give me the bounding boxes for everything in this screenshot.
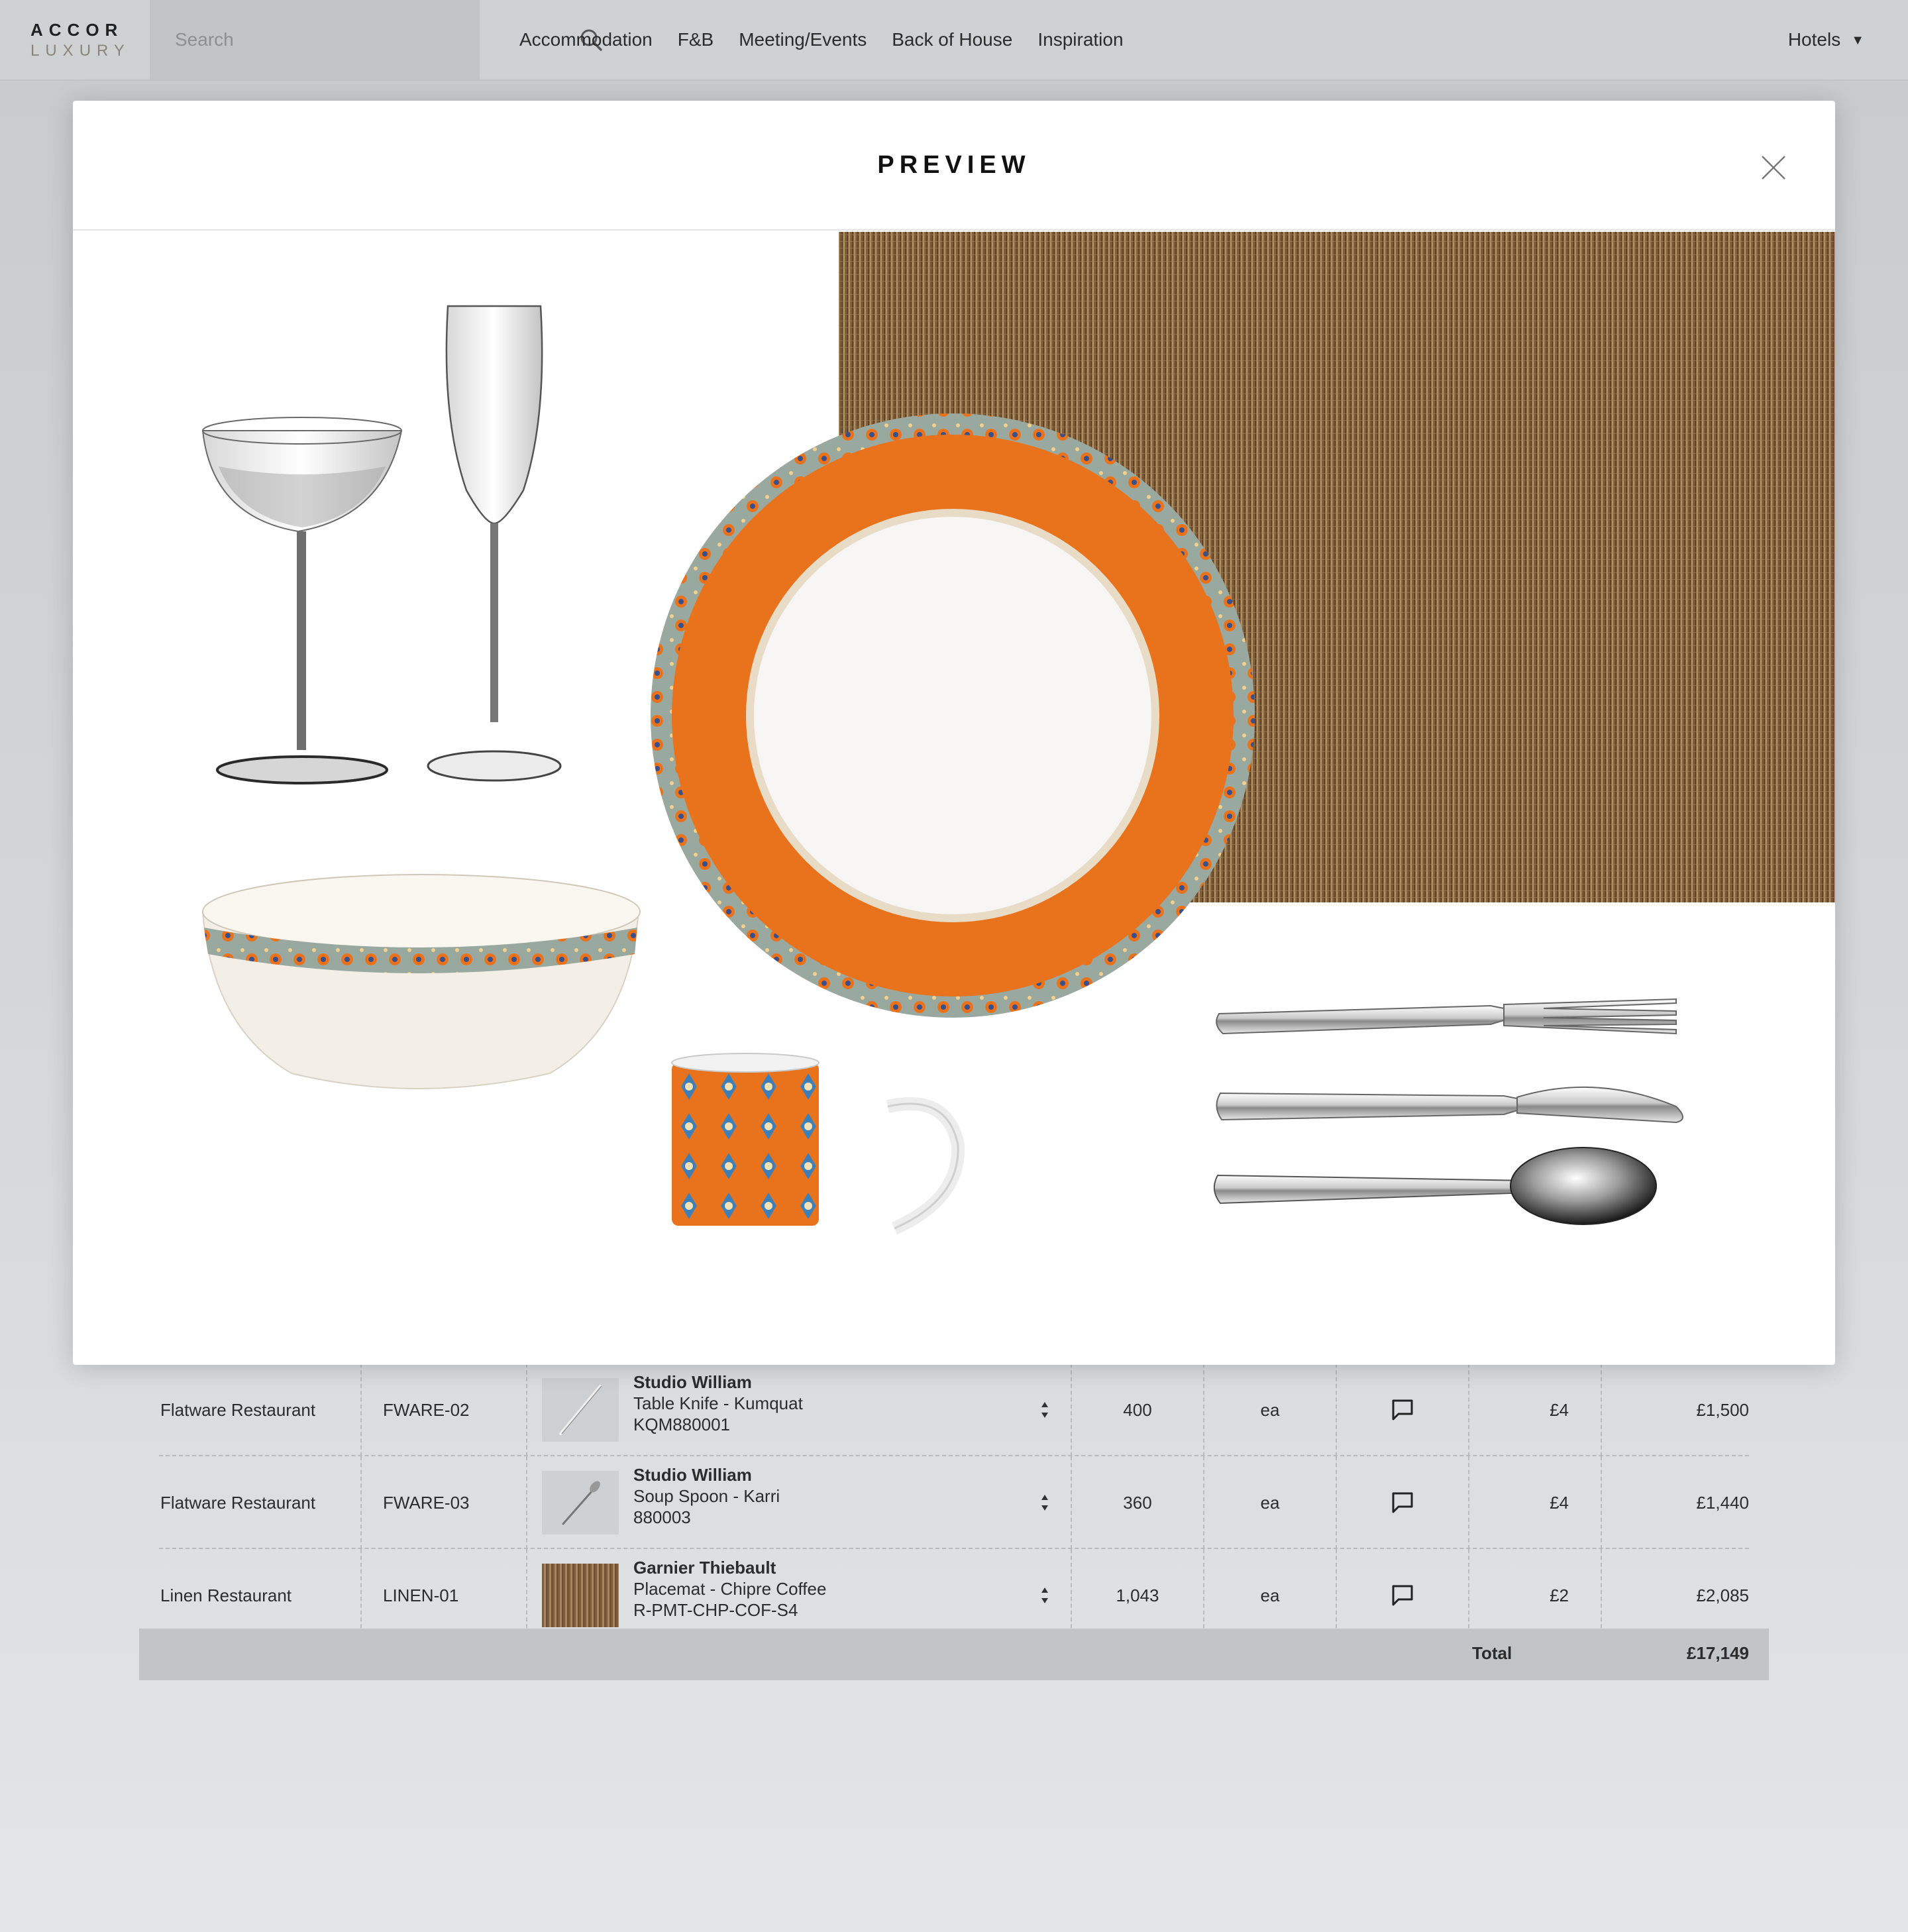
product-description: Garnier Thiebault Placemat - Chipre Coff… xyxy=(633,1557,826,1621)
product-description: Studio William Soup Spoon - Karri 880003 xyxy=(633,1464,780,1528)
comment-cell xyxy=(1337,1364,1468,1456)
comment-icon[interactable] xyxy=(1391,1491,1414,1515)
unit-cell: ea xyxy=(1260,1585,1280,1605)
logo-line-1: ACCOR xyxy=(30,20,124,40)
hotels-dropdown[interactable]: Hotels ▼ xyxy=(1788,29,1864,50)
fork-image xyxy=(1216,998,1677,1035)
salad-bowl-image xyxy=(201,874,641,1089)
knife-thumbnail[interactable] xyxy=(542,1378,619,1442)
quantity-cell[interactable]: 360 xyxy=(1072,1456,1203,1549)
modal-title: PREVIEW xyxy=(877,151,1031,179)
total-bar: Total £17,149 xyxy=(139,1629,1769,1680)
spoon-image xyxy=(1213,1147,1657,1225)
search-input[interactable] xyxy=(175,25,413,54)
comment-cell xyxy=(1337,1456,1468,1549)
product-description: Studio William Table Knife - Kumquat KQM… xyxy=(633,1371,803,1435)
line-total-cell: £2,085 xyxy=(1696,1585,1749,1605)
nav-item-meeting-events[interactable]: Meeting/Events xyxy=(739,29,867,50)
mug-image xyxy=(671,1053,965,1235)
product-brand: Garnier Thiebault xyxy=(633,1558,776,1578)
total-label: Total xyxy=(1472,1643,1512,1663)
total-value: £17,149 xyxy=(1687,1643,1749,1663)
product-name: Soup Spoon - Karri xyxy=(633,1486,780,1506)
unit-price-cell: £4 xyxy=(1550,1399,1569,1420)
line-total-cell: £1,440 xyxy=(1696,1492,1749,1513)
table-row: Flatware Restaurant FWARE-03 Studio Will… xyxy=(159,1456,1749,1549)
champagne-flute-image xyxy=(427,305,562,782)
sort-stepper-icon[interactable] xyxy=(1040,1491,1049,1515)
category-cell: Linen Restaurant xyxy=(160,1585,292,1605)
category-cell: Flatware Restaurant xyxy=(160,1492,316,1513)
quantity-cell[interactable]: 1,043 xyxy=(1072,1549,1203,1642)
spoon-thumbnail[interactable] xyxy=(542,1471,619,1534)
code-cell: FWARE-02 xyxy=(383,1399,470,1420)
unit-price-cell: £2 xyxy=(1550,1585,1569,1605)
code-cell: LINEN-01 xyxy=(383,1585,459,1605)
product-name: Placemat - Chipre Coffee xyxy=(633,1579,827,1599)
table-setting-preview xyxy=(201,232,1835,1235)
comment-cell xyxy=(1337,1549,1468,1642)
caret-down-icon: ▼ xyxy=(1851,33,1864,48)
line-total-cell: £1,500 xyxy=(1696,1399,1749,1420)
preview-modal: PREVIEW xyxy=(73,101,1835,1365)
accor-luxury-logo[interactable]: ACCOR LUXURY xyxy=(30,20,131,60)
unit-cell: ea xyxy=(1260,1399,1280,1420)
table-row: Flatware Restaurant FWARE-02 Studio Will… xyxy=(159,1364,1749,1456)
comment-icon[interactable] xyxy=(1391,1398,1414,1422)
nav-item-back-of-house[interactable]: Back of House xyxy=(892,29,1012,50)
coupe-glass-image xyxy=(201,417,403,784)
table-row: Linen Restaurant LINEN-01 Garnier Thieba… xyxy=(159,1549,1749,1642)
search-box xyxy=(150,0,602,80)
product-name: Table Knife - Kumquat xyxy=(633,1393,803,1413)
top-navigation-bar: ACCOR LUXURY Accommodation F&B Meeting/E… xyxy=(0,0,1908,81)
product-brand: Studio William xyxy=(633,1465,752,1485)
hotels-label: Hotels xyxy=(1787,29,1841,50)
nav-item-inspiration[interactable]: Inspiration xyxy=(1037,29,1123,50)
product-brand: Studio William xyxy=(633,1372,752,1392)
placemat-thumbnail[interactable] xyxy=(542,1564,619,1627)
close-icon[interactable] xyxy=(1760,154,1787,182)
modal-header: PREVIEW xyxy=(73,101,1835,231)
code-cell: FWARE-03 xyxy=(383,1492,470,1513)
nav-item-fb[interactable]: F&B xyxy=(678,29,714,50)
category-cell: Flatware Restaurant xyxy=(160,1399,316,1420)
product-sku: R-PMT-CHP-COF-S4 xyxy=(633,1600,798,1620)
comment-icon[interactable] xyxy=(1391,1583,1414,1607)
product-sku: KQM880001 xyxy=(633,1415,730,1434)
quantity-cell[interactable]: 400 xyxy=(1072,1364,1203,1456)
sort-stepper-icon[interactable] xyxy=(1040,1398,1049,1422)
main-nav: Accommodation F&B Meeting/Events Back of… xyxy=(519,0,1149,80)
product-sku: 880003 xyxy=(633,1507,691,1527)
logo-line-2: LUXURY xyxy=(30,42,131,60)
dinner-plate-image xyxy=(651,413,1255,1018)
knife-image xyxy=(1216,1086,1683,1124)
sort-stepper-icon[interactable] xyxy=(1040,1583,1049,1607)
unit-cell: ea xyxy=(1260,1492,1280,1513)
unit-price-cell: £4 xyxy=(1550,1492,1569,1513)
nav-item-accommodation[interactable]: Accommodation xyxy=(519,29,653,50)
